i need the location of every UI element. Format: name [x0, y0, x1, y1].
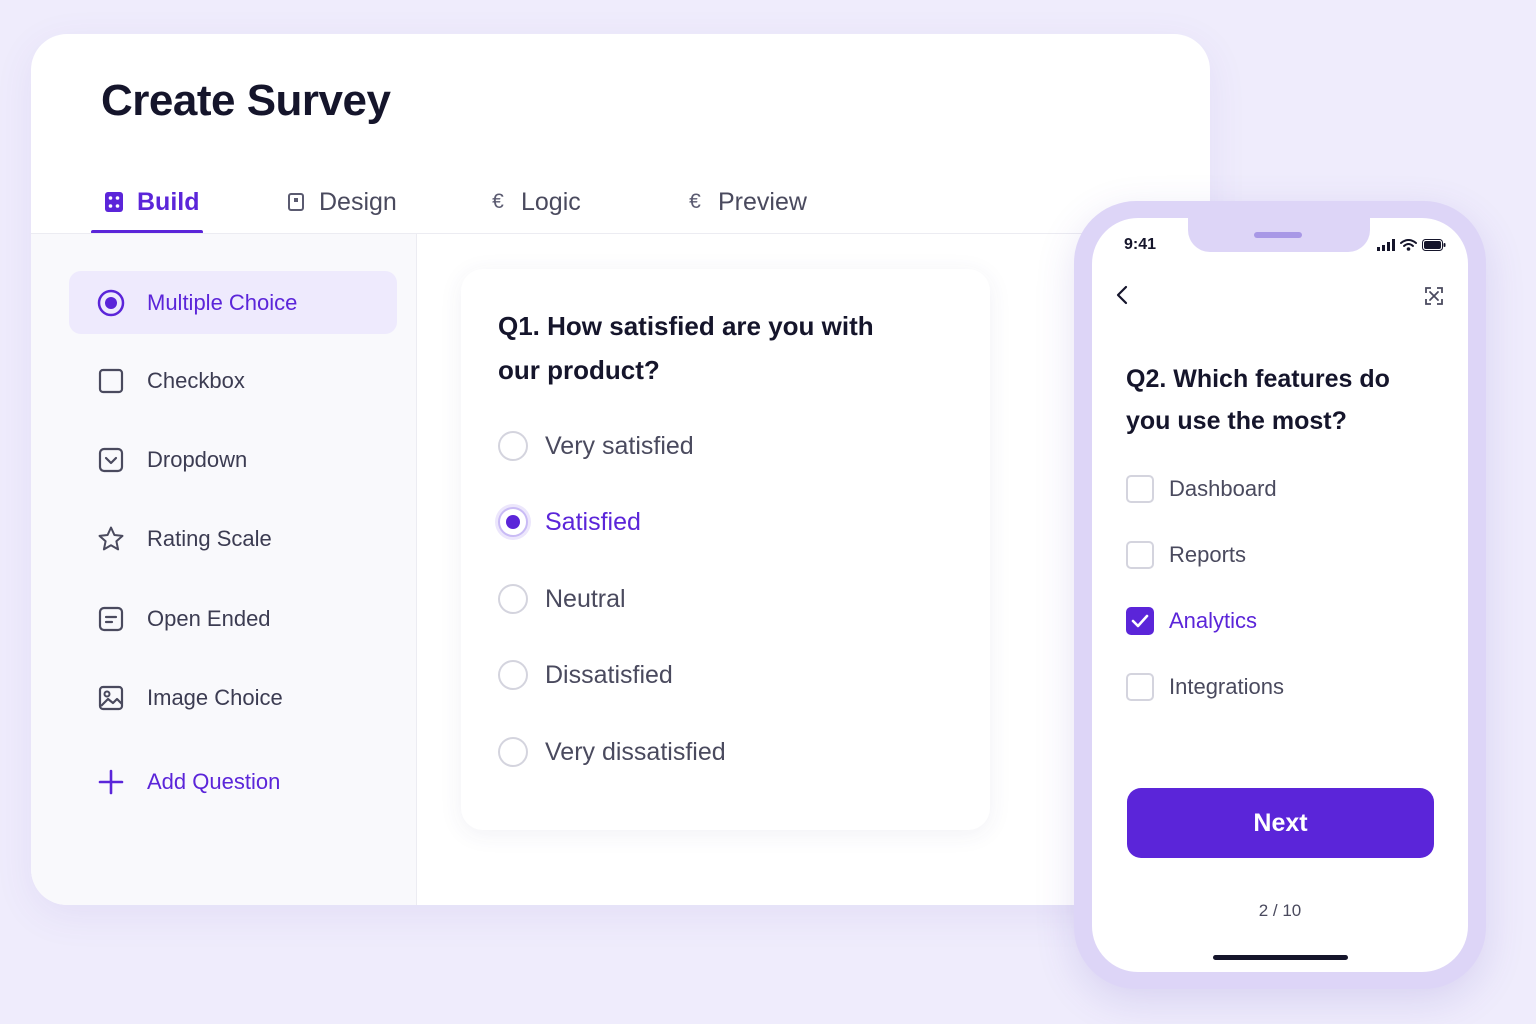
option-label: Satisfied: [545, 507, 641, 536]
question-card: Q1. How satisfied are you with our produ…: [461, 269, 990, 830]
answer-option[interactable]: Very satisfied: [498, 426, 694, 466]
tab-preview[interactable]: € Preview: [684, 169, 807, 235]
checkmark-icon: [1131, 614, 1149, 628]
option-label: Reports: [1169, 542, 1247, 567]
feature-option-checked[interactable]: Analytics: [1126, 604, 1257, 638]
add-question-label: Add Question: [147, 768, 281, 794]
radio-dot: [506, 515, 520, 529]
checkbox-icon: [97, 367, 125, 395]
tab-label: Design: [319, 187, 397, 216]
checkbox[interactable]: [1126, 673, 1154, 701]
radio-button[interactable]: [498, 737, 528, 767]
question-type-rating-scale[interactable]: Rating Scale: [69, 507, 397, 570]
question-type-label: Image Choice: [147, 684, 283, 710]
answer-option[interactable]: Neutral: [498, 579, 626, 619]
answer-option-selected[interactable]: Satisfied: [498, 502, 641, 542]
image-icon: [97, 684, 125, 712]
checkbox[interactable]: [1126, 541, 1154, 569]
question-type-label: Multiple Choice: [147, 289, 298, 315]
question-text: Q1. How satisfied are you with our produ…: [498, 311, 874, 385]
question-type-open-ended[interactable]: Open Ended: [69, 587, 397, 650]
battery-icon: [1422, 238, 1446, 256]
option-label: Dashboard: [1169, 476, 1277, 501]
option-label: Very satisfied: [545, 431, 694, 460]
tab-build[interactable]: Build: [103, 169, 200, 235]
question-type-label: Checkbox: [147, 367, 245, 393]
tab-design[interactable]: Design: [285, 169, 397, 235]
feature-option[interactable]: Dashboard: [1126, 472, 1277, 506]
notch-speaker: [1254, 232, 1302, 238]
tab-label: Preview: [718, 187, 807, 216]
back-icon[interactable]: [1110, 280, 1134, 310]
dropdown-icon: [97, 446, 125, 474]
logic-icon: €: [492, 190, 504, 213]
text-icon: [97, 605, 125, 633]
wifi-icon: [1400, 238, 1417, 256]
answer-option[interactable]: Very dissatisfied: [498, 732, 726, 772]
status-time: 9:41: [1124, 236, 1157, 253]
progress-counter: 2 / 10: [1258, 901, 1302, 920]
question-type-checkbox[interactable]: Checkbox: [69, 349, 397, 412]
app-stage: Create Survey Build Design € Logic € Pre…: [0, 0, 1536, 1024]
design-icon: [285, 191, 307, 213]
radio-button[interactable]: [498, 431, 528, 461]
phone-notch: [1188, 218, 1370, 252]
next-button[interactable]: Next: [1127, 788, 1434, 858]
radio-button[interactable]: [498, 660, 528, 690]
question-type-label: Open Ended: [147, 605, 271, 631]
option-label: Neutral: [545, 584, 626, 613]
feature-option[interactable]: Reports: [1126, 538, 1246, 572]
radio-button[interactable]: [498, 584, 528, 614]
question-type-label: Rating Scale: [147, 525, 272, 551]
star-icon: [97, 525, 125, 553]
option-label: Dissatisfied: [545, 660, 673, 689]
survey-builder-window: Create Survey Build Design € Logic € Pre…: [31, 34, 1210, 905]
tab-logic[interactable]: € Logic: [487, 169, 581, 235]
phone-screen: 9:41 Q2. Which features do you use the m…: [1092, 218, 1468, 972]
question-type-label: Dropdown: [147, 446, 248, 472]
home-indicator: [1213, 955, 1348, 960]
phone-question-text: Q2. Which features do you use the most?: [1126, 365, 1390, 435]
question-type-multiple-choice[interactable]: Multiple Choice: [69, 271, 397, 334]
expand-icon[interactable]: [1422, 284, 1446, 308]
question-type-image-choice[interactable]: Image Choice: [69, 666, 397, 729]
preview-icon: €: [689, 190, 701, 213]
phone-preview: 9:41 Q2. Which features do you use the m…: [1074, 201, 1486, 989]
radio-icon: [97, 289, 125, 317]
build-icon: [103, 191, 125, 213]
question-type-sidebar: Multiple Choice Checkbox Dropdown Rating…: [31, 234, 417, 905]
status-icons: [1377, 238, 1446, 256]
plus-icon: [97, 768, 125, 796]
option-label: Very dissatisfied: [545, 737, 726, 766]
tab-label: Logic: [521, 187, 581, 216]
signal-icon: [1377, 238, 1395, 256]
radio-button-selected[interactable]: [498, 507, 528, 537]
checkbox-checked[interactable]: [1126, 607, 1154, 635]
question-type-dropdown[interactable]: Dropdown: [69, 428, 397, 491]
answer-option[interactable]: Dissatisfied: [498, 655, 673, 695]
add-question-button[interactable]: Add Question: [69, 750, 397, 813]
option-label: Analytics: [1169, 608, 1258, 633]
feature-option[interactable]: Integrations: [1126, 670, 1284, 704]
checkbox[interactable]: [1126, 475, 1154, 503]
tab-label: Build: [137, 187, 200, 216]
page-title: Create Survey: [101, 76, 391, 125]
option-label: Integrations: [1169, 674, 1284, 699]
